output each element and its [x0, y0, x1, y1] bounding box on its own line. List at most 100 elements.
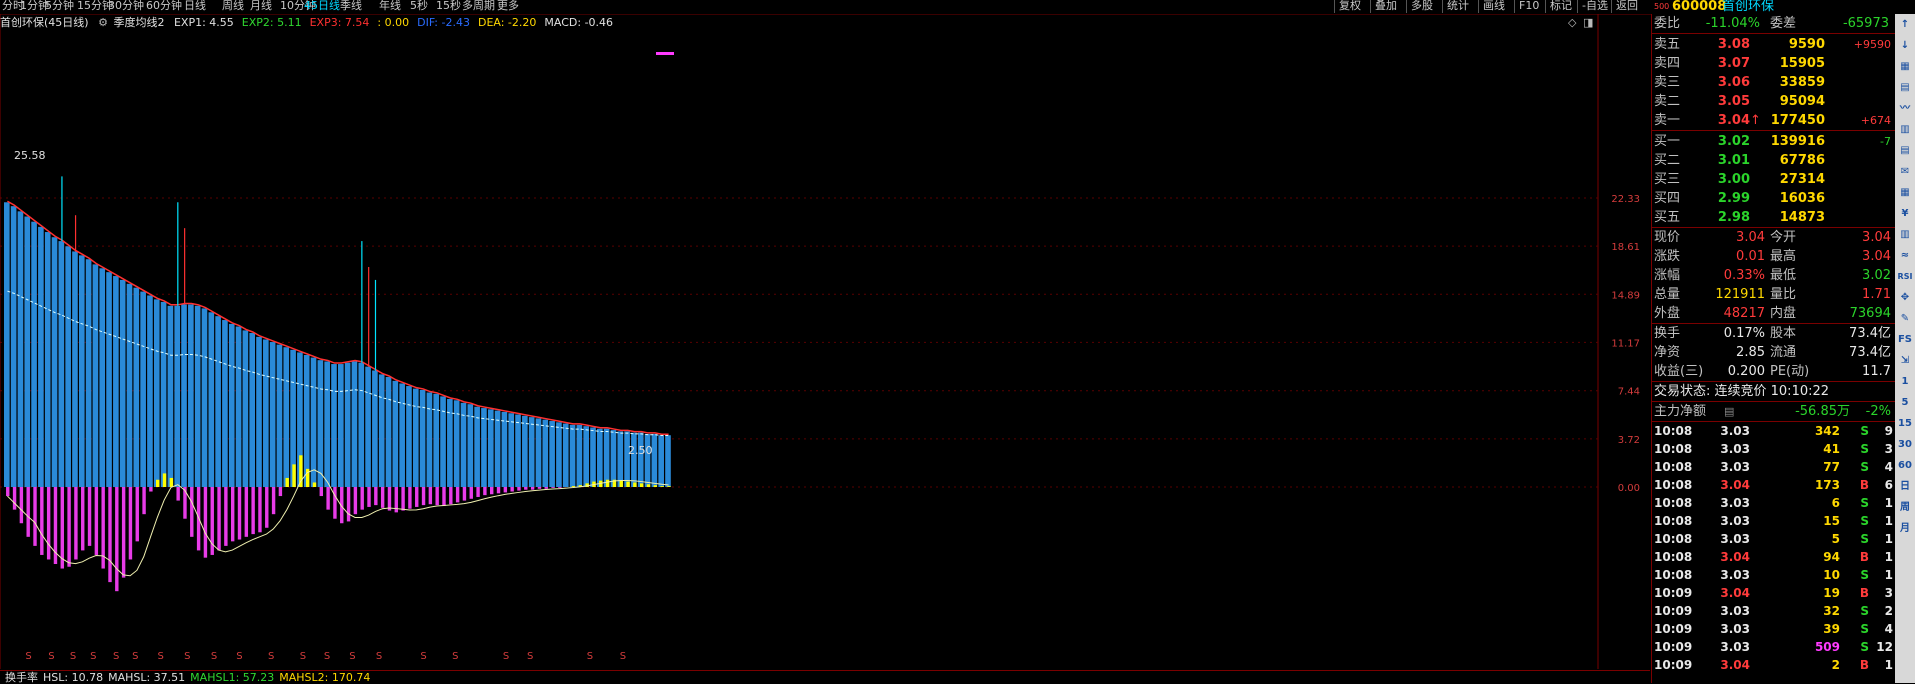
up-arrow-icon: ↑ — [1750, 113, 1761, 128]
wave-icon[interactable]: ≈ — [1896, 247, 1914, 265]
tick-count-11: 4 — [1884, 622, 1893, 636]
y-tick-3: 11.17 — [1611, 338, 1640, 349]
macd-bar-29 — [203, 487, 208, 558]
asks-row-2[interactable]: 卖三 3.06 33859 — [1652, 73, 1895, 92]
macd-bar-78 — [537, 487, 542, 489]
toolbar-btn-1[interactable]: 叠加 — [1370, 0, 1401, 13]
num-60[interactable]: 60 — [1896, 457, 1914, 475]
macd-bar-16 — [115, 487, 119, 592]
scroll-down-icon[interactable]: ↓ — [1896, 37, 1914, 55]
tick-side-12: S — [1860, 640, 1869, 654]
asks-row-3[interactable]: 卖二 3.05 95094 — [1652, 92, 1895, 111]
rsi-icon[interactable]: RSI — [1896, 268, 1914, 286]
table-icon[interactable]: ▦ — [1896, 184, 1914, 202]
tab-period-6[interactable]: 日线 — [184, 0, 206, 14]
macd-bar-39 — [271, 487, 276, 515]
band-bar-81 — [556, 422, 562, 487]
tab-period-7[interactable]: 周线 — [222, 0, 244, 14]
bids-row-4[interactable]: 买五 2.98 14873 — [1652, 208, 1895, 227]
tick-price-7: 3.04 — [1720, 550, 1750, 564]
band-bar-78 — [535, 418, 542, 487]
band-bar-62 — [426, 392, 433, 487]
toolbar-btn-5[interactable]: F10 — [1514, 0, 1543, 13]
scroll-up-icon[interactable]: ↑ — [1896, 16, 1914, 34]
week-label[interactable]: 周 — [1896, 499, 1914, 517]
tick-vol-8: 10 — [1823, 568, 1840, 582]
bottom-indicator-legend: 换手率 HSL: 10.78 MAHSL: 37.51 MAHSL1: 57.23 MA… — [0, 670, 1650, 684]
list-icon[interactable]: ▤ — [1896, 142, 1914, 160]
macd-bar-23 — [162, 473, 167, 487]
main-chart[interactable]: 22.33 18.61 14.89 11.17 7.44 3.72 0.00 25.58 2.5… — [0, 14, 1650, 669]
tick-price-3: 3.04 — [1720, 478, 1750, 492]
tab-period-12[interactable]: 年线 — [379, 0, 401, 14]
weicha-value: -65973 — [1842, 16, 1889, 31]
tab-period-5[interactable]: 60分钟 — [146, 0, 182, 14]
asks-row-0[interactable]: 卖五 3.08 9590 +9590 — [1652, 35, 1895, 54]
y-tick-0: 22.33 — [1611, 194, 1640, 205]
bids-row-3[interactable]: 买四 2.99 16036 — [1652, 189, 1895, 208]
export-icon[interactable]: ⇲ — [1896, 352, 1914, 370]
main-net-icon[interactable]: ▤ — [1724, 402, 1734, 421]
tab-period-11[interactable]: 季线 — [340, 0, 362, 14]
num-30[interactable]: 30 — [1896, 436, 1914, 454]
weibi-row: 委比 -11.04% 委差 -65973 — [1652, 14, 1895, 33]
tick-time-6: 10:08 — [1654, 532, 1693, 546]
num-15[interactable]: 15 — [1896, 415, 1914, 433]
stock-code: 600008 — [1672, 0, 1727, 14]
macd-bar-18 — [128, 487, 133, 560]
bids-row-1[interactable]: 买二 3.01 67786 — [1652, 151, 1895, 170]
num-1[interactable]: 1 — [1896, 373, 1914, 391]
num-5[interactable]: 5 — [1896, 394, 1914, 412]
line-icon[interactable]: 〰 — [1896, 100, 1914, 118]
s-marker-0: S — [25, 651, 31, 662]
toolbar-btn-3[interactable]: 统计 — [1442, 0, 1473, 13]
tab-period-15[interactable]: 多周期 — [462, 0, 495, 14]
money-icon[interactable]: ¥ — [1896, 205, 1914, 223]
tick-count-2: 4 — [1884, 460, 1893, 474]
chart-icon[interactable]: ▦ — [1896, 58, 1914, 76]
month-label[interactable]: 月 — [1896, 520, 1914, 538]
chart2-icon[interactable]: ▥ — [1896, 226, 1914, 244]
tick-vol-10: 32 — [1823, 604, 1840, 618]
toolbar-btn-8[interactable]: 返回 — [1611, 0, 1642, 13]
macd-bar-38 — [265, 487, 269, 528]
band-bar-57 — [392, 380, 399, 487]
day-label[interactable]: 日 — [1896, 478, 1914, 496]
tab-period-4[interactable]: 30分钟 — [108, 0, 144, 14]
macd-bar-8 — [60, 487, 64, 569]
pen-icon[interactable]: ✎ — [1896, 310, 1914, 328]
candle-icon[interactable]: ▥ — [1896, 121, 1914, 139]
toolbar-btn-6[interactable]: 标记 — [1545, 0, 1576, 13]
tick-row-2: 10:08 3.03 77 S 4 — [1652, 458, 1895, 476]
band-bar-49 — [338, 364, 344, 487]
tick-side-7: B — [1859, 550, 1869, 564]
s-marker-1: S — [48, 651, 54, 662]
tab-period-13[interactable]: 5秒 — [410, 0, 428, 14]
asks-row-4[interactable]: 卖一 3.04 ↑ 177450 +674 — [1652, 111, 1895, 130]
news-icon[interactable]: ✉ — [1896, 163, 1914, 181]
tab-period-16[interactable]: 更多 — [497, 0, 519, 14]
asks-label-4: 卖一 — [1654, 113, 1681, 128]
stat-l1-0: 现价 — [1654, 230, 1681, 245]
fs-icon[interactable]: FS — [1896, 331, 1914, 349]
tab-period-14[interactable]: 15秒 — [436, 0, 461, 14]
toolbar-btn-7[interactable]: -自选 — [1577, 0, 1612, 13]
stat-row-0: 现价 3.04 今开 3.04 — [1652, 228, 1895, 247]
toolbar-btn-0[interactable]: 复权 — [1334, 0, 1365, 13]
toolbar-btn-2[interactable]: 多股 — [1406, 0, 1437, 13]
band-bar-11 — [78, 255, 85, 487]
band-bar-82 — [562, 423, 569, 487]
tab-period-2[interactable]: 5分钟 — [45, 0, 74, 14]
band-bar-10 — [72, 251, 78, 487]
chart-svg[interactable]: 22.33 18.61 14.89 11.17 7.44 3.72 0.00 25.58 2.5… — [0, 14, 1650, 669]
toolbar-btn-4[interactable]: 画线 — [1478, 0, 1509, 13]
grid-icon[interactable]: ▤ — [1896, 79, 1914, 97]
move-icon[interactable]: ✥ — [1896, 289, 1914, 307]
tab-period-10[interactable]: 45日线 — [304, 0, 340, 14]
tab-period-8[interactable]: 月线 — [250, 0, 272, 14]
bids-row-2[interactable]: 买三 3.00 27314 — [1652, 170, 1895, 189]
band-bar-71 — [487, 409, 494, 487]
s-marker-17: S — [503, 651, 509, 662]
asks-row-1[interactable]: 卖四 3.07 15905 — [1652, 54, 1895, 73]
bids-row-0[interactable]: 买一 3.02 139916 -7 — [1652, 132, 1895, 151]
